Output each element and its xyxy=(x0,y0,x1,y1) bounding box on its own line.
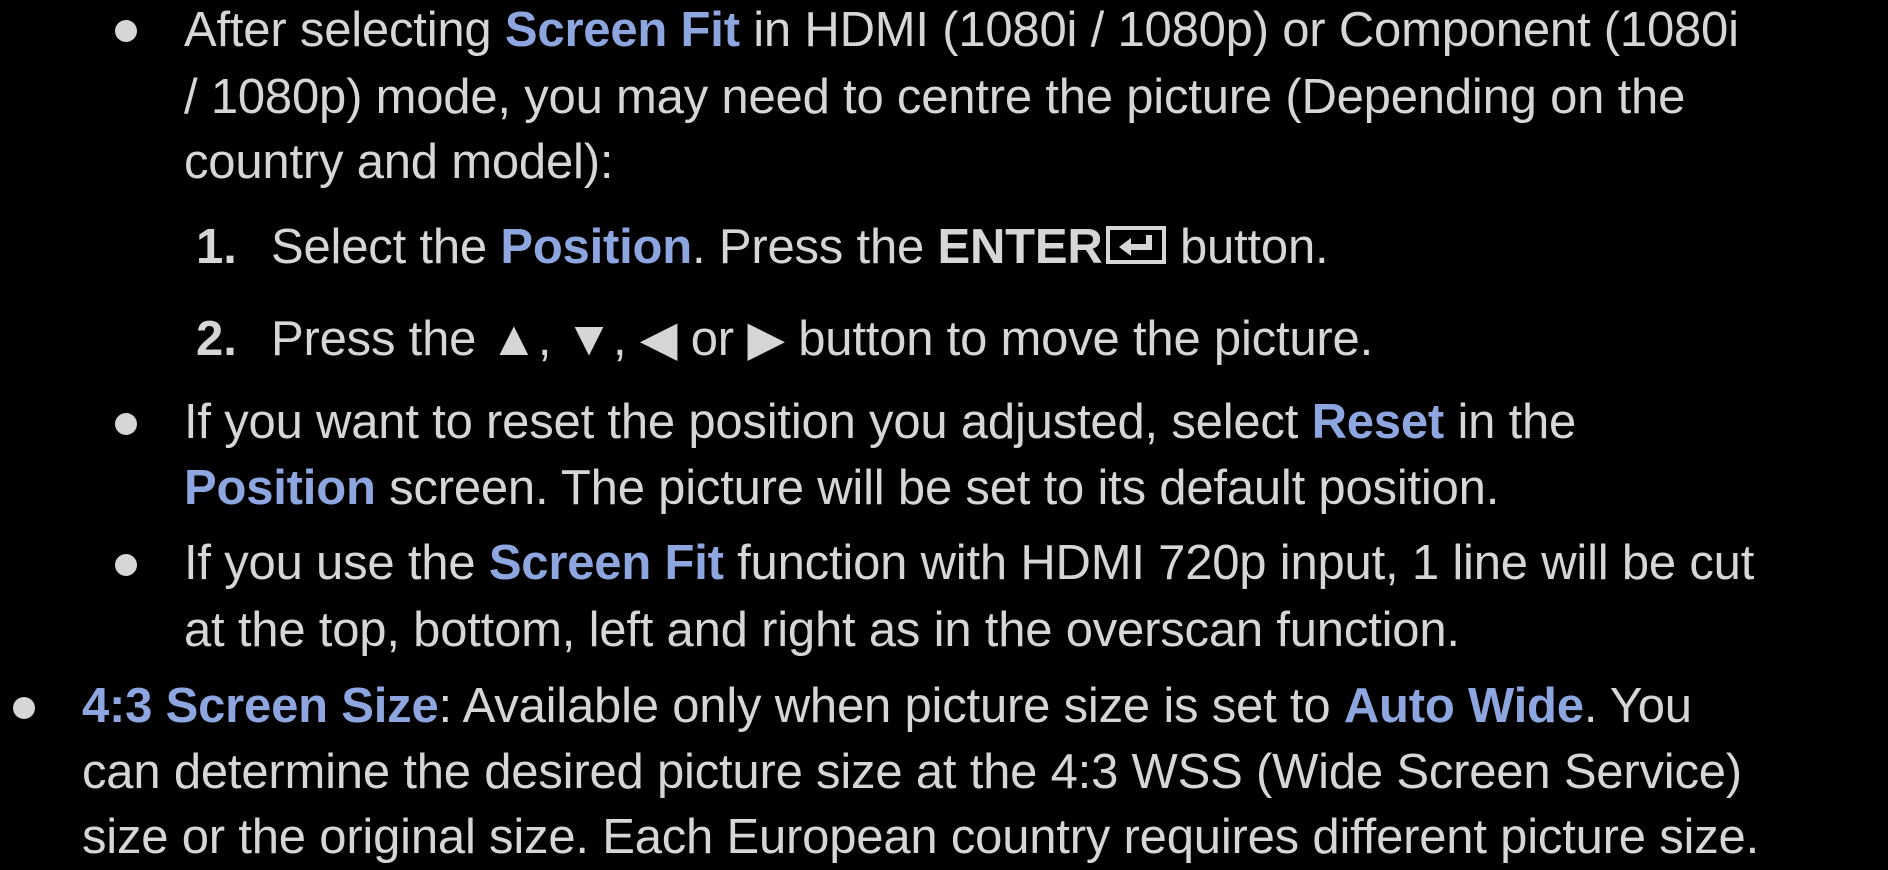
bullet-2-line-1: If you want to reset the position you ad… xyxy=(184,389,1576,455)
bullet-3-line-1: If you use the Screen Fit function with … xyxy=(184,530,1754,596)
4-3-screen-size-term: 4:3 Screen Size xyxy=(82,679,439,733)
bullet-dot xyxy=(115,20,137,42)
bullet-dot xyxy=(115,413,137,435)
bullet-2-line-2: Position screen. The picture will be set… xyxy=(184,455,1499,521)
reset-term: Reset xyxy=(1311,395,1445,449)
bullet-dot xyxy=(13,697,35,719)
text: function with HDMI 720p input, 1 line wi… xyxy=(723,536,1755,590)
bullet-1-line-1: After selecting Screen Fit in HDMI (1080… xyxy=(184,0,1739,63)
bullet-4-line-1: 4:3 Screen Size: Available only when pic… xyxy=(82,673,1692,739)
bullet-1-line-2: / 1080p) mode, you may need to centre th… xyxy=(184,64,1685,130)
position-term: Position xyxy=(184,461,376,515)
step-2-number: 2. xyxy=(196,312,237,366)
text: country and model): xyxy=(184,135,614,189)
text: button. xyxy=(1166,220,1329,274)
text: can determine the desired picture size a… xyxy=(82,745,1742,799)
text: : Available only when picture size is se… xyxy=(438,679,1344,733)
text: . Press the xyxy=(692,220,938,274)
step-1-number: 1. xyxy=(196,220,237,274)
bullet-dot xyxy=(115,554,137,576)
auto-wide-term: Auto Wide xyxy=(1343,679,1584,733)
bullet-1-line-3: country and model): xyxy=(184,129,613,195)
text: screen. The picture will be set to its d… xyxy=(375,461,1500,515)
step-2-text: Press the ▲, ▼, ◀ or ▶ button to move th… xyxy=(271,312,1373,366)
step-1-text: Select the Position. Press the ENTER but… xyxy=(271,214,1329,282)
enter-label: ENTER xyxy=(937,220,1103,274)
text: After selecting xyxy=(184,3,505,57)
text: If you use the xyxy=(184,536,489,590)
screen-fit-term: Screen Fit xyxy=(504,3,740,57)
text: at the top, bottom, left and right as in… xyxy=(184,603,1460,657)
text: in the xyxy=(1444,395,1577,449)
text: If you want to reset the position you ad… xyxy=(184,395,1312,449)
screen-fit-term: Screen Fit xyxy=(488,536,724,590)
bullet-3-line-2: at the top, bottom, left and right as in… xyxy=(184,597,1460,663)
text: / 1080p) mode, you may need to centre th… xyxy=(184,70,1686,124)
text: in HDMI (1080i / 1080p) or Component (10… xyxy=(739,3,1739,57)
enter-icon xyxy=(1105,216,1167,282)
bullet-4-line-2: can determine the desired picture size a… xyxy=(82,739,1742,805)
bullet-4-line-3: size or the original size. Each European… xyxy=(82,804,1759,870)
position-term: Position xyxy=(500,220,693,274)
text: size or the original size. Each European… xyxy=(82,810,1760,864)
text: . You xyxy=(1583,679,1692,733)
text: Select the xyxy=(271,220,501,274)
